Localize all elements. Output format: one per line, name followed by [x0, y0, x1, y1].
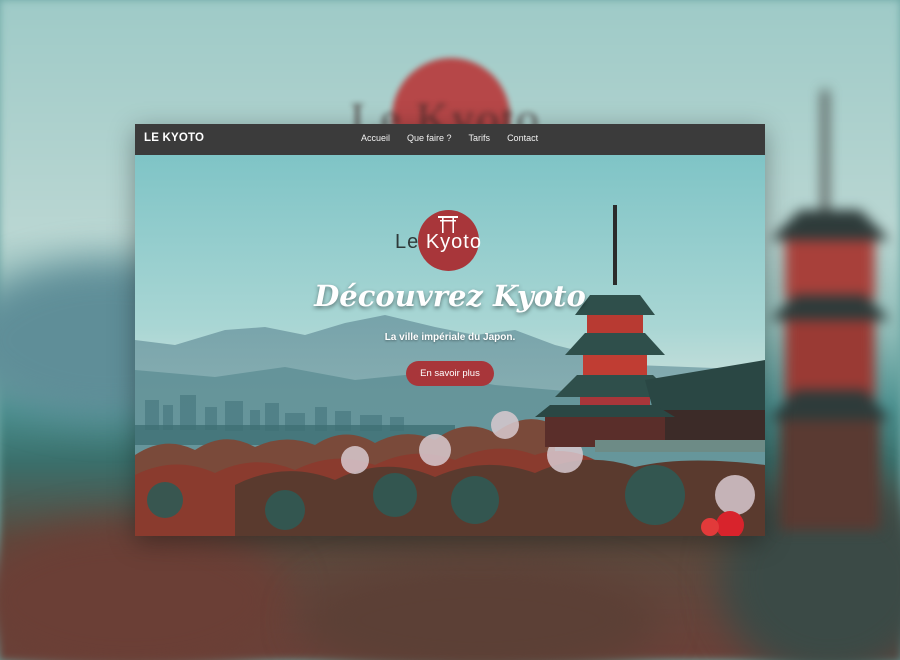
learn-more-button[interactable]: En savoir plus	[406, 361, 494, 386]
navbar: LE KYOTO Accueil Que faire ? Tarifs Cont…	[135, 124, 765, 155]
nav-link-accueil[interactable]: Accueil	[361, 133, 390, 143]
hero-logo-name: Kyoto	[425, 231, 482, 253]
website-window: LE KYOTO Accueil Que faire ? Tarifs Cont…	[135, 124, 765, 536]
nav-link-que-faire[interactable]: Que faire ?	[407, 133, 452, 143]
hero-section: Le Kyoto Découvrez Kyoto La ville impéri…	[135, 155, 765, 536]
hero-title: Découvrez Kyoto	[314, 279, 586, 313]
backdrop-pagoda	[770, 90, 890, 530]
hero-logo-text: Le Kyoto	[395, 231, 482, 254]
brand-logo[interactable]: LE KYOTO	[144, 132, 204, 144]
hero-logo-prefix: Le	[395, 231, 426, 253]
nav-links: Accueil Que faire ? Tarifs Contact	[361, 133, 555, 143]
hero-subtitle: La ville impériale du Japon.	[384, 332, 516, 343]
nav-link-tarifs[interactable]: Tarifs	[469, 133, 491, 143]
nav-link-contact[interactable]: Contact	[507, 133, 538, 143]
